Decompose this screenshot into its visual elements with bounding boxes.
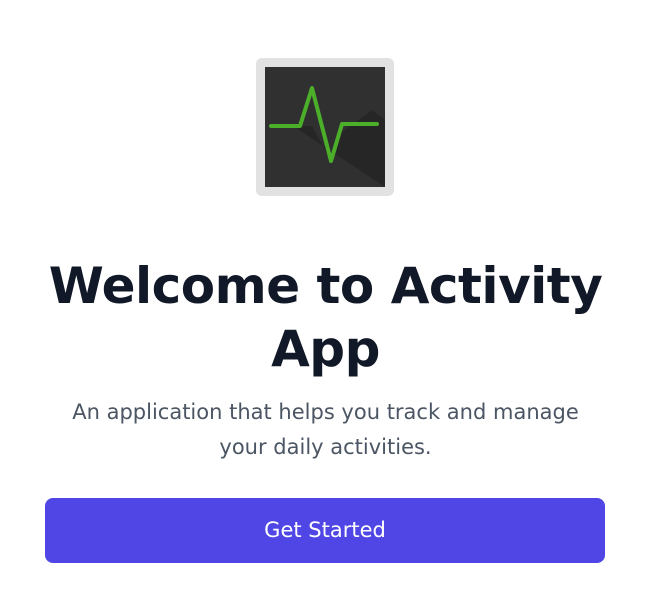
welcome-screen: Welcome to Activity App An application t…	[0, 0, 651, 612]
app-description: An application that helps you track and …	[55, 395, 596, 465]
page-title: Welcome to Activity App	[0, 255, 651, 381]
app-description-line-2: your daily activities.	[219, 435, 432, 459]
get-started-button[interactable]: Get Started	[45, 498, 605, 563]
page-title-line-1: Welcome to Activity	[48, 257, 603, 315]
page-title-line-2: App	[271, 320, 380, 378]
app-description-line-1: An application that helps you track and …	[72, 400, 579, 424]
activity-monitor-icon	[256, 58, 394, 196]
